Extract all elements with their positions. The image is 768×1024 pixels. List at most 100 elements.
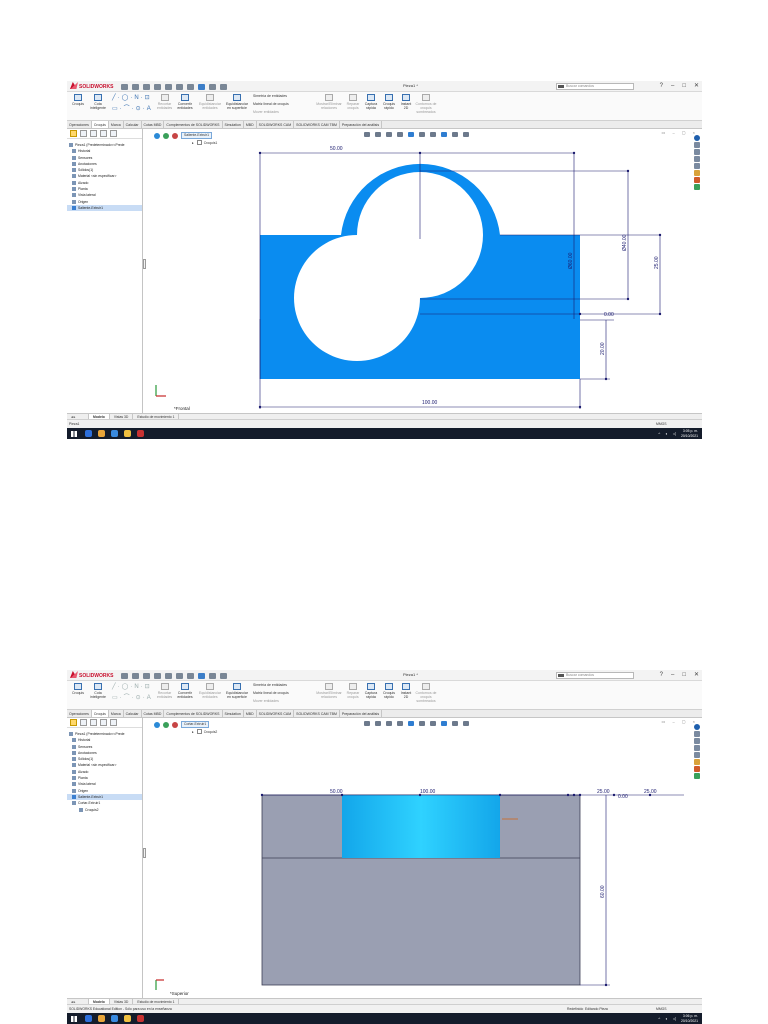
smart-dimension-button[interactable]: Cota inteligente (88, 94, 108, 110)
graphics-area[interactable]: Cortar-Extruir1 ▸ Croquis2 ▭ – ▢ × 50.00… (143, 718, 702, 998)
graphics-area[interactable]: Saliente-Extruir1 ▸ Croquis1 ▭ – ▢ × 50.… (143, 129, 702, 413)
redo-icon[interactable] (187, 83, 194, 90)
clock[interactable]: 3:05 p. m. 20/10/2021 (681, 429, 698, 438)
configuration-icon[interactable] (90, 719, 97, 726)
dim-left-width[interactable]: 50.00 (330, 789, 343, 795)
search-commands-input[interactable]: Buscar comandos (556, 672, 634, 679)
close-button[interactable]: ✕ (694, 82, 699, 91)
open-file-icon[interactable] (143, 672, 150, 679)
dim-right-c[interactable]: 0.00 (618, 794, 628, 800)
tab-solidworks-cam-tbm[interactable]: SOLIDWORKS CAM TBM (294, 710, 340, 717)
display-manager-icon[interactable] (110, 130, 117, 137)
system-tray-icons[interactable]: ^ ◐ ◁ (658, 431, 678, 436)
repair-sketch-button[interactable]: Reparar croquis (345, 683, 361, 699)
select-icon[interactable] (198, 672, 205, 679)
search-commands-input[interactable]: Buscar comandos (556, 83, 634, 90)
linear-pattern-button[interactable]: Matriz lineal de croquis (253, 102, 313, 106)
close-button[interactable]: ✕ (694, 671, 699, 680)
new-file-icon[interactable] (132, 83, 139, 90)
tab-cotas-mbd[interactable]: Cotas MBD (142, 710, 165, 717)
rebuild-icon[interactable] (209, 83, 216, 90)
open-file-icon[interactable] (143, 83, 150, 90)
tab-operaciones[interactable]: Operaciones (67, 121, 92, 128)
rapid-sketch-button[interactable]: Croquis rápido (381, 683, 397, 699)
minimize-button[interactable]: – (671, 671, 674, 680)
offset-entities-button[interactable]: Equidistanciar entidades (198, 94, 222, 110)
dim-top-width[interactable]: 50.00 (330, 146, 343, 152)
instant-2d-button[interactable]: Instant 2D (399, 94, 413, 110)
tab-mbd[interactable]: MBD (244, 710, 257, 717)
file-explorer-taskbar-icon[interactable] (124, 1015, 131, 1022)
repair-sketch-button[interactable]: Reparar croquis (345, 94, 361, 110)
tab-croquis[interactable]: Croquis (91, 710, 109, 717)
feature-tree-icon[interactable] (70, 130, 77, 137)
shaded-contours-button[interactable]: Contornos de croquis sombreados (415, 683, 437, 703)
system-tray-icons[interactable]: ^ ◐ ◁ (658, 1016, 678, 1021)
offset-on-surface-button[interactable]: Equidistanciar en superficie (224, 683, 250, 699)
mirror-entities-button[interactable]: Simetría de entidades (253, 683, 313, 687)
dim-depth[interactable]: 60.00 (600, 885, 606, 898)
save-icon[interactable] (154, 672, 161, 679)
tab-operaciones[interactable]: Operaciones (67, 710, 92, 717)
sketch-button[interactable]: Croquis (69, 683, 87, 695)
undo-icon[interactable] (176, 672, 183, 679)
clock[interactable]: 3:06 p. m. 20/10/2021 (681, 1014, 698, 1023)
redo-icon[interactable] (187, 672, 194, 679)
tab-simulation[interactable]: Simulation (223, 710, 244, 717)
sketch-button[interactable]: Croquis (69, 94, 87, 106)
maximize-button[interactable]: □ (682, 671, 686, 680)
solidworks-taskbar-icon[interactable] (137, 1015, 144, 1022)
rebuild-icon[interactable] (209, 672, 216, 679)
home-icon[interactable] (121, 672, 128, 679)
maximize-button[interactable]: □ (682, 82, 686, 91)
line-circle-tools[interactable]: ╱·◯·N·⊡ (112, 683, 152, 690)
options-icon[interactable] (220, 672, 227, 679)
tab-mbd[interactable]: MBD (244, 121, 257, 128)
convert-entities-button[interactable]: Convertir entidades (174, 683, 196, 699)
tab-complementos[interactable]: Complementos de SOLIDWORKS (164, 121, 223, 128)
trim-entities-button[interactable]: Recortar entidades (157, 683, 172, 699)
dim-overall-width[interactable]: 100.00 (422, 400, 438, 406)
rectangle-tools[interactable]: ▭·⌒·⊙·A (112, 692, 153, 701)
tab-complementos[interactable]: Complementos de SOLIDWORKS (164, 710, 223, 717)
dimxpert-icon[interactable] (100, 719, 107, 726)
tab-solidworks-cam[interactable]: SOLIDWORKS CAM (257, 710, 295, 717)
display-manager-icon[interactable] (110, 719, 117, 726)
units-selector[interactable]: MMGS (656, 1005, 667, 1013)
rapid-sketch-button[interactable]: Croquis rápido (381, 94, 397, 110)
top-sketch-drawing[interactable]: 50.00 100.00 25.00 0.00 25.00 60.00 *Sup… (144, 718, 702, 998)
tab-solidworks-cam-tbm[interactable]: SOLIDWORKS CAM TBM (294, 121, 340, 128)
tab-marca[interactable]: Marca (109, 710, 124, 717)
trim-entities-button[interactable]: Recortar entidades (157, 94, 172, 110)
file-explorer-taskbar-icon[interactable] (124, 430, 131, 437)
undo-icon[interactable] (176, 83, 183, 90)
options-icon[interactable] (220, 83, 227, 90)
edge-icon[interactable] (111, 430, 118, 437)
tab-solidworks-cam[interactable]: SOLIDWORKS CAM (257, 121, 295, 128)
dim-center-gap[interactable]: 0.00 (604, 312, 614, 318)
smart-dimension-button[interactable]: Cota inteligente (88, 683, 108, 699)
move-entities-button[interactable]: Mover entidades (253, 110, 313, 114)
tree-item-boss-extrude[interactable]: Saliente-Extruir1 (67, 204, 142, 212)
offset-entities-button[interactable]: Equidistanciar entidades (198, 683, 222, 699)
dim-diameter-inner[interactable]: Ø40.00 (622, 234, 628, 251)
tab-cotas-mbd[interactable]: Cotas MBD (142, 121, 165, 128)
units-selector[interactable]: MMGS (656, 420, 667, 428)
feature-tree-icon[interactable] (70, 719, 77, 726)
cut-sketch-region[interactable] (342, 795, 500, 858)
tab-preparacion-analisis[interactable]: Preparación del análisis (340, 710, 383, 717)
quick-snaps-button[interactable]: Captura rápida (363, 683, 379, 699)
shaded-contours-button[interactable]: Contornos de croquis sombreados (415, 94, 437, 114)
chrome-icon[interactable] (98, 1015, 105, 1022)
search-taskbar-icon[interactable] (85, 430, 92, 437)
tab-calcular[interactable]: Calcular (124, 121, 142, 128)
linear-pattern-button[interactable]: Matriz lineal de croquis (253, 691, 313, 695)
offset-on-surface-button[interactable]: Equidistanciar en superficie (224, 94, 250, 110)
dim-height-center[interactable]: 25.00 (654, 256, 660, 269)
select-icon[interactable] (198, 83, 205, 90)
instant-2d-button[interactable]: Instant 2D (399, 683, 413, 699)
dim-base-height[interactable]: 20.00 (600, 342, 606, 355)
mirror-entities-button[interactable]: Simetría de entidades (253, 94, 313, 98)
tab-marca[interactable]: Marca (109, 121, 124, 128)
windows-start-icon[interactable] (71, 431, 77, 437)
